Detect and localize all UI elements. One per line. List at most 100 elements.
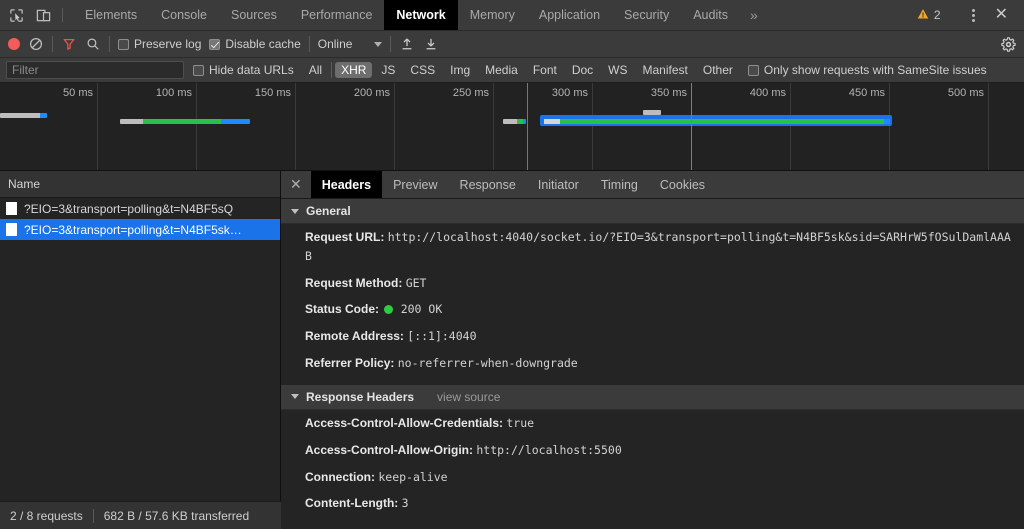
disable-cache-label: Disable cache	[225, 37, 301, 51]
inspect-element-icon[interactable]	[8, 7, 25, 24]
header-row-remote-address: Remote Address: [::1]:4040	[281, 323, 1024, 350]
header-key: Status Code:	[305, 302, 380, 317]
detail-tab-label: Initiator	[537, 177, 579, 192]
document-icon	[6, 202, 17, 215]
samesite-box	[747, 64, 759, 76]
chip-label: Manifest	[642, 63, 688, 77]
toolbar-divider-4	[390, 36, 392, 52]
tab-timing[interactable]: Timing	[590, 171, 649, 198]
filter-icon[interactable]	[61, 36, 77, 52]
filter-chip-xhr[interactable]: XHR	[335, 62, 373, 78]
request-list-pane: Name ?EIO=3&transport=polling&t=N4BF5sQ …	[0, 171, 281, 520]
tab-memory[interactable]: Memory	[458, 0, 527, 30]
status-ok-icon	[384, 305, 394, 315]
close-devtools-button[interactable]: ✕	[987, 7, 1016, 23]
header-key: Access-Control-Allow-Credentials:	[305, 415, 504, 430]
gear-icon[interactable]	[1000, 36, 1016, 52]
device-toolbar-icon[interactable]	[35, 7, 52, 24]
search-icon[interactable]	[85, 36, 101, 52]
general-section-title: General	[306, 204, 351, 218]
filter-chip-font[interactable]: Font	[527, 62, 563, 78]
hide-data-urls-checkbox[interactable]: Hide data URLs	[193, 63, 294, 77]
header-row-referrer-policy: Referrer Policy: no-referrer-when-downgr…	[281, 350, 1024, 377]
overview-bar-3	[503, 119, 526, 124]
close-detail-button[interactable]: ✕	[281, 171, 311, 198]
detail-tab-label: Response	[459, 177, 516, 192]
tab-headers[interactable]: Headers	[310, 171, 383, 198]
triangle-down-icon	[291, 208, 299, 214]
request-name: ?EIO=3&transport=polling&t=N4BF5sk…	[24, 222, 242, 237]
general-section-header[interactable]: General	[281, 199, 1024, 224]
dom-content-loaded-line	[527, 83, 528, 170]
tab-audits[interactable]: Audits	[681, 0, 740, 30]
tab-label: Memory	[469, 8, 515, 22]
statusbar-divider	[92, 508, 94, 523]
header-key: Connection:	[305, 469, 375, 484]
header-row-content-length: Content-Length: 3	[281, 490, 1024, 517]
disable-cache-checkbox[interactable]: Disable cache	[209, 37, 301, 51]
tab-security[interactable]: Security	[612, 0, 681, 30]
network-overview[interactable]: 50 ms 100 ms 150 ms 200 ms 250 ms 300 ms…	[0, 83, 1024, 171]
view-source-link[interactable]: view source	[437, 390, 500, 404]
devtools-menu-button[interactable]	[962, 8, 985, 22]
filter-chip-img[interactable]: Img	[444, 62, 476, 78]
tab-label: Elements	[85, 8, 138, 22]
throttle-select[interactable]: Online	[318, 37, 383, 51]
chip-label: JS	[381, 63, 396, 77]
header-value: no-referrer-when-downgrade	[397, 356, 578, 371]
filter-chip-js[interactable]: JS	[375, 62, 401, 78]
chip-label: CSS	[410, 63, 436, 77]
header-row-acа-origin: Access-Control-Allow-Origin: http://loca…	[281, 437, 1024, 464]
tab-preview[interactable]: Preview	[382, 171, 448, 198]
response-headers-section-header[interactable]: Response Headers view source	[281, 384, 1024, 410]
tab-performance[interactable]: Performance	[289, 0, 385, 30]
detail-tab-label: Timing	[600, 177, 638, 192]
tab-label: Audits	[693, 8, 728, 22]
tab-label: Console	[161, 8, 207, 22]
preserve-log-checkbox[interactable]: Preserve log	[118, 37, 201, 51]
resource-type-filters: All XHR JS CSS Img Media Font Doc WS Man…	[303, 62, 739, 78]
header-value: 200 OK	[400, 302, 443, 317]
clear-icon[interactable]	[28, 36, 44, 52]
table-row[interactable]: ?EIO=3&transport=polling&t=N4BF5sk…	[0, 219, 280, 240]
overview-bar-2	[120, 119, 250, 124]
filter-chip-manifest[interactable]: Manifest	[637, 62, 694, 78]
tab-cookies[interactable]: Cookies	[649, 171, 716, 198]
request-list-header[interactable]: Name	[0, 171, 280, 198]
more-tabs-button[interactable]: »	[740, 0, 768, 30]
header-row-connection: Connection: keep-alive	[281, 464, 1024, 491]
toolbar-divider-1	[52, 36, 53, 52]
chip-label: Media	[485, 63, 518, 77]
header-value: http://localhost:4040/socket.io/?EIO=3&t…	[305, 230, 1011, 263]
detail-tab-label: Headers	[321, 177, 372, 192]
table-row[interactable]: ?EIO=3&transport=polling&t=N4BF5sQ	[0, 198, 280, 219]
hide-data-urls-box	[193, 64, 204, 76]
chip-divider	[331, 62, 333, 78]
import-har-icon[interactable]	[399, 36, 415, 52]
header-value: keep-alive	[378, 469, 448, 484]
filter-chip-all[interactable]: All	[303, 62, 328, 78]
samesite-issues-checkbox[interactable]: Only show requests with SameSite issues	[747, 63, 987, 77]
tab-initiator[interactable]: Initiator	[527, 171, 590, 198]
request-name: ?EIO=3&transport=polling&t=N4BF5sQ	[24, 201, 234, 216]
filter-chip-other[interactable]: Other	[697, 62, 739, 78]
more-tabs-label: »	[749, 7, 758, 23]
export-har-icon[interactable]	[423, 36, 439, 52]
tab-network[interactable]: Network	[384, 0, 458, 30]
tab-console[interactable]: Console	[149, 0, 219, 30]
tab-application[interactable]: Application	[527, 0, 612, 30]
tab-response[interactable]: Response	[449, 171, 527, 198]
warning-badge[interactable]: 2	[909, 8, 949, 23]
filter-chip-css[interactable]: CSS	[404, 62, 441, 78]
filter-input[interactable]	[6, 61, 184, 79]
chip-label: Img	[450, 63, 471, 77]
filter-chip-ws[interactable]: WS	[602, 62, 633, 78]
close-icon: ✕	[290, 176, 302, 192]
tab-label: Security	[624, 8, 670, 22]
warning-count: 2	[933, 8, 941, 22]
filter-chip-doc[interactable]: Doc	[566, 62, 599, 78]
tab-elements[interactable]: Elements	[73, 0, 149, 30]
tab-sources[interactable]: Sources	[219, 0, 289, 30]
filter-chip-media[interactable]: Media	[479, 62, 524, 78]
record-button[interactable]	[8, 38, 20, 50]
